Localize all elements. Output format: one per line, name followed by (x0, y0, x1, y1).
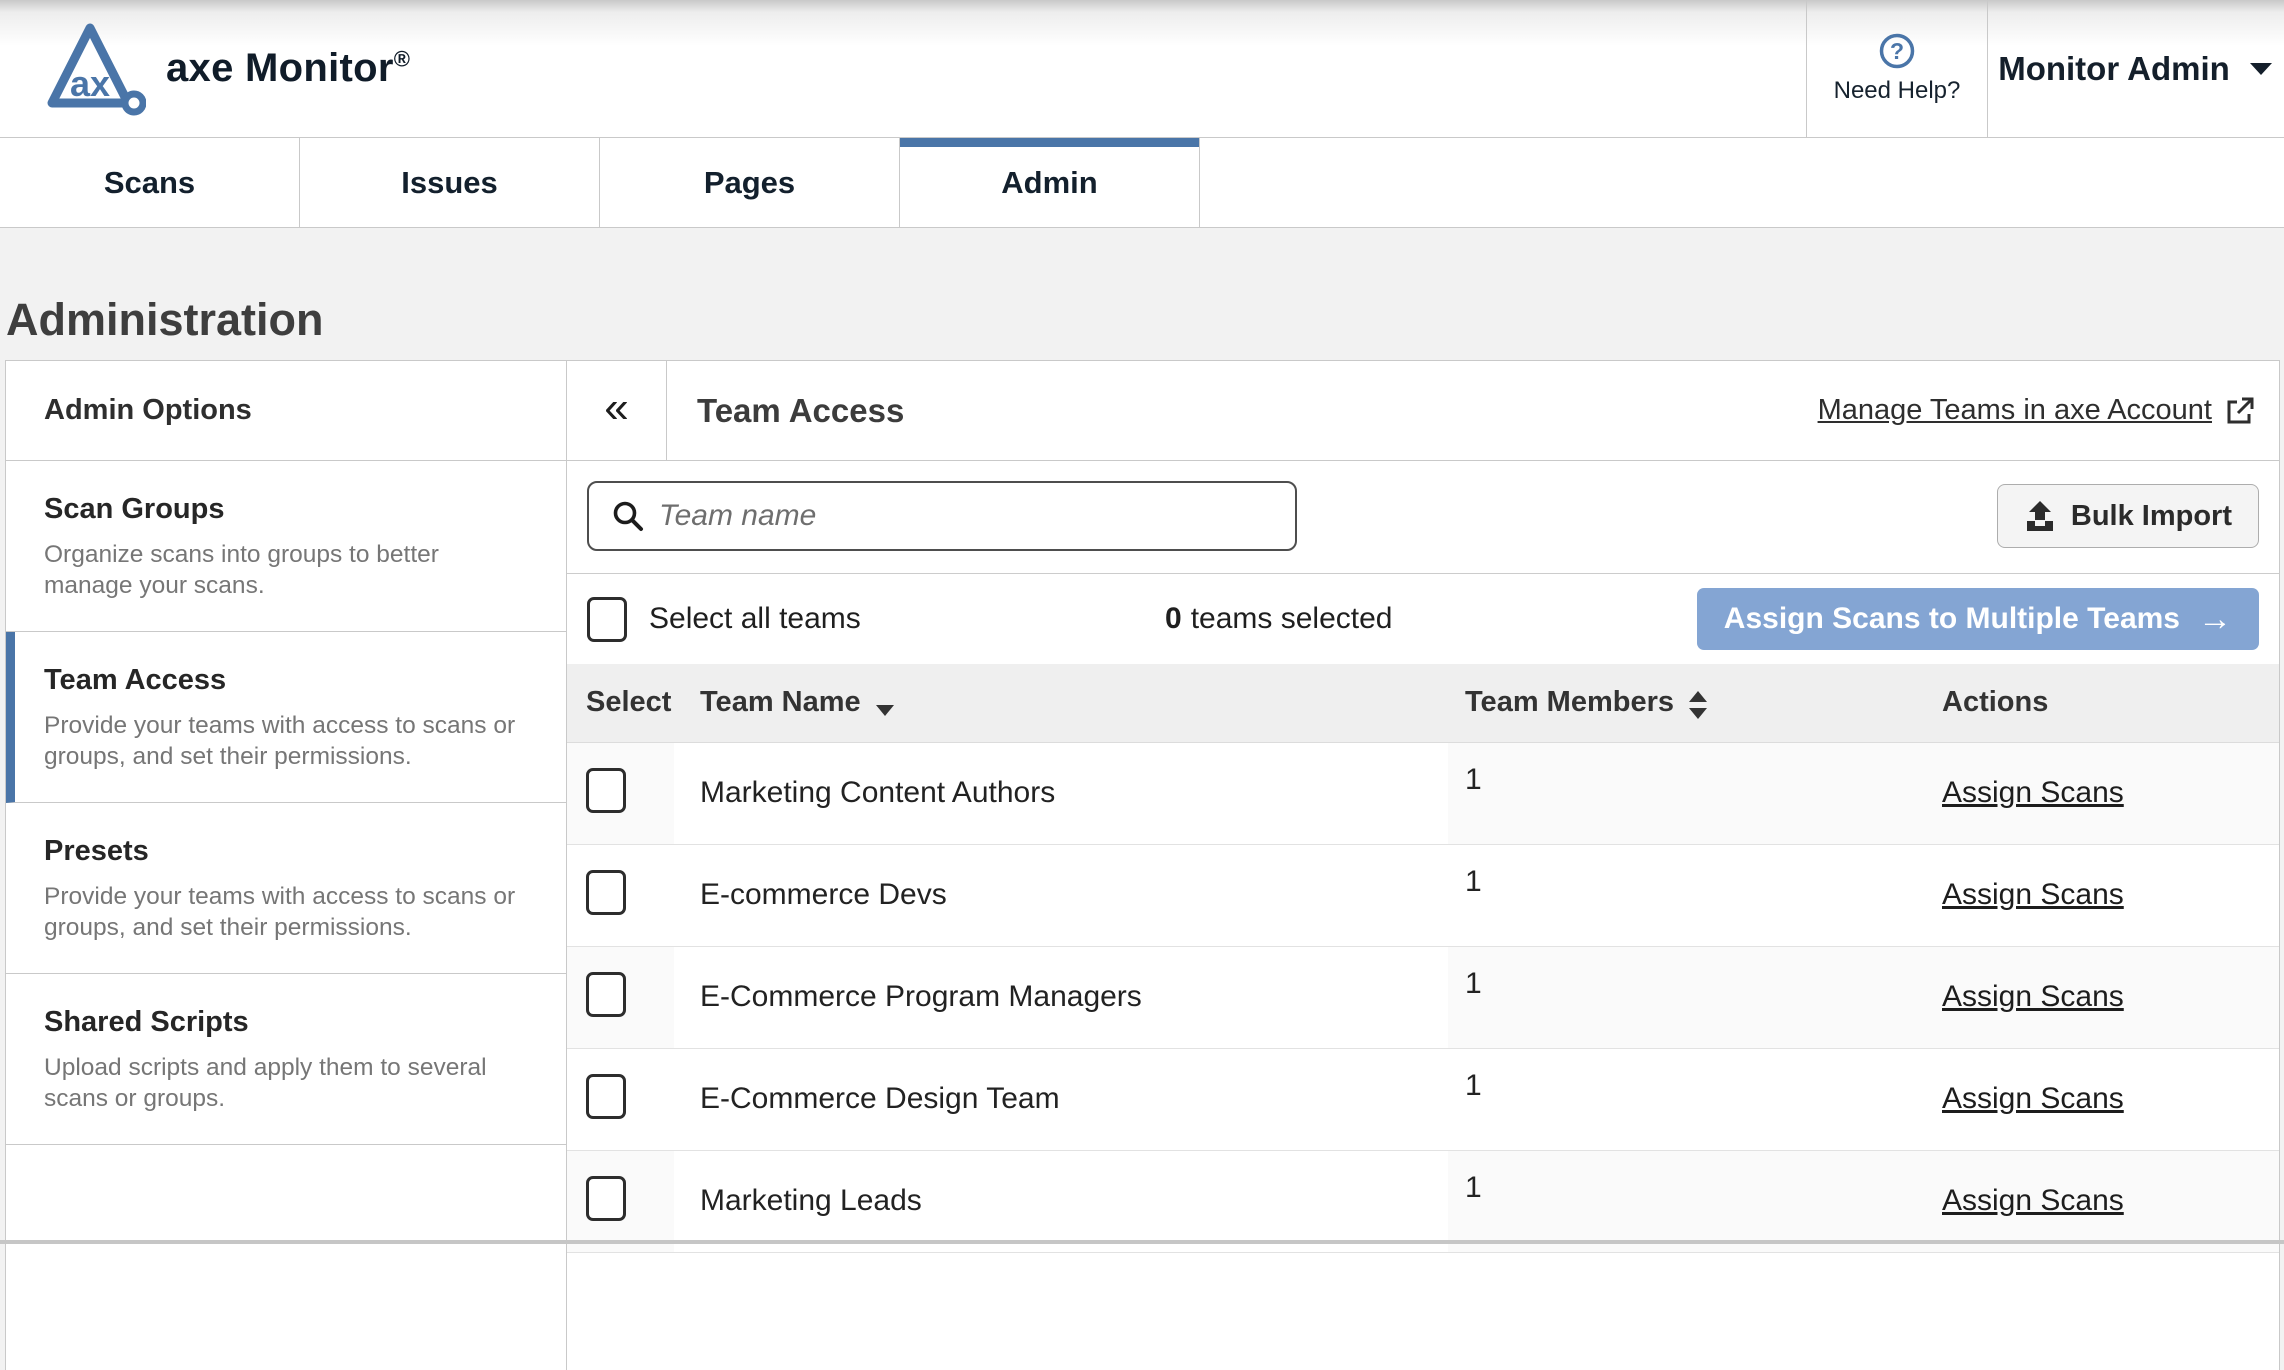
sort-descending-icon (874, 703, 896, 717)
team-search-box (587, 481, 1297, 551)
sort-unsorted-icon (1687, 689, 1709, 721)
sidebar-item-description: Provide your teams with access to scans … (44, 710, 516, 772)
table-row: E-Commerce Program Managers 1 Assign Sca… (567, 946, 2279, 1048)
registered-mark: ® (394, 47, 411, 72)
sidebar-item-description: Upload scripts and apply them to several… (44, 1052, 516, 1114)
bulk-import-button[interactable]: Bulk Import (1997, 484, 2259, 548)
column-header-team-name[interactable]: Team Name (674, 664, 1448, 742)
tab-scans[interactable]: Scans (0, 138, 300, 227)
assign-scans-link[interactable]: Assign Scans (1942, 878, 2124, 911)
tab-issues[interactable]: Issues (300, 138, 600, 227)
sidebar-item-label: Shared Scripts (44, 1006, 526, 1039)
team-members-cell: 1 (1448, 1150, 1902, 1252)
user-menu-label: Monitor Admin (1998, 50, 2230, 88)
admin-options-sidebar: Admin Options Scan Groups Organize scans… (6, 361, 567, 1370)
selected-count-suffix: teams selected (1191, 602, 1393, 635)
team-members-cell: 1 (1448, 844, 1902, 946)
assign-scans-link[interactable]: Assign Scans (1942, 776, 2124, 809)
team-access-section: « Team Access Manage Teams in axe Accoun… (567, 361, 2279, 1370)
team-members-cell: 1 (1448, 742, 1902, 844)
assign-button-label: Assign Scans to Multiple Teams (1724, 602, 2180, 636)
assign-scans-link[interactable]: Assign Scans (1942, 980, 2124, 1013)
column-header-team-members[interactable]: Team Members (1448, 664, 1902, 742)
team-members-cell: 1 (1448, 946, 1902, 1048)
need-help-label: Need Help? (1834, 77, 1961, 105)
sidebar-item-shared-scripts[interactable]: Shared Scripts Upload scripts and apply … (6, 974, 566, 1145)
tab-admin[interactable]: Admin (900, 138, 1200, 227)
section-header: « Team Access Manage Teams in axe Accoun… (567, 361, 2279, 461)
selection-bar: Select all teams 0 teams selected Assign … (587, 574, 2259, 664)
table-header-row: Select Team Name Team Members (567, 664, 2279, 742)
team-name-search-input[interactable] (645, 499, 1295, 533)
sidebar-item-label: Presets (44, 835, 526, 868)
axe-logo-icon: ax (38, 15, 146, 123)
table-row: E-Commerce Design Team 1 Assign Scans (567, 1048, 2279, 1150)
main-nav-tabs: ScansIssuesPagesAdmin (0, 138, 2284, 228)
search-icon (611, 499, 645, 533)
team-name-cell: E-Commerce Design Team (674, 1048, 1448, 1150)
team-members-cell: 1 (1448, 1048, 1902, 1150)
manage-teams-link[interactable]: Manage Teams in axe Account (1818, 361, 2255, 460)
manage-teams-link-label: Manage Teams in axe Account (1818, 394, 2212, 427)
team-name-cell: Marketing Content Authors (674, 742, 1448, 844)
column-header-actions: Actions (1902, 664, 2279, 742)
arrow-right-icon: → (2198, 602, 2232, 636)
page-title: Administration (6, 294, 2284, 346)
bottom-edge-divider (0, 1240, 2284, 1244)
need-help-button[interactable]: ? Need Help? (1806, 0, 1988, 137)
help-question-icon: ? (1878, 32, 1916, 70)
brand: ax axe Monitor® (0, 0, 1806, 137)
svg-text:?: ? (1890, 38, 1904, 64)
select-all-checkbox[interactable] (587, 597, 627, 642)
section-title: Team Access (697, 361, 904, 460)
sidebar-item-label: Team Access (44, 664, 526, 697)
teams-table: Select Team Name Team Members (567, 664, 2279, 1253)
sidebar-item-team-access[interactable]: Team Access Provide your teams with acce… (6, 632, 566, 803)
admin-panel: Admin Options Scan Groups Organize scans… (5, 360, 2280, 1370)
table-row: Marketing Content Authors 1 Assign Scans (567, 742, 2279, 844)
upload-icon (2024, 500, 2056, 532)
sidebar-title: Admin Options (6, 361, 566, 461)
app-title: axe Monitor® (166, 46, 410, 91)
toolbar: Bulk Import (587, 481, 2259, 551)
select-all-label: Select all teams (649, 602, 861, 636)
table-row: E-commerce Devs 1 Assign Scans (567, 844, 2279, 946)
sidebar-item-presets[interactable]: Presets Provide your teams with access t… (6, 803, 566, 974)
bulk-import-label: Bulk Import (2071, 500, 2232, 533)
selected-count: 0 teams selected (861, 602, 1697, 636)
table-row: Marketing Leads 1 Assign Scans (567, 1150, 2279, 1252)
sidebar-item-label: Scan Groups (44, 493, 526, 526)
team-name-cell: E-Commerce Program Managers (674, 946, 1448, 1048)
team-name-cell: Marketing Leads (674, 1150, 1448, 1252)
column-header-select: Select (567, 664, 674, 742)
svg-text:ax: ax (70, 63, 110, 104)
row-checkbox[interactable] (586, 768, 626, 813)
user-menu-button[interactable]: Monitor Admin (1988, 0, 2284, 137)
row-checkbox[interactable] (586, 1074, 626, 1119)
assign-scans-link[interactable]: Assign Scans (1942, 1184, 2124, 1217)
selected-count-number: 0 (1165, 602, 1182, 635)
section-content: Bulk Import Select all teams 0 teams sele… (567, 461, 2279, 1253)
sidebar-item-scan-groups[interactable]: Scan Groups Organize scans into groups t… (6, 461, 566, 632)
tab-pages[interactable]: Pages (600, 138, 900, 227)
sidebar-item-description: Organize scans into groups to better man… (44, 539, 516, 601)
row-checkbox[interactable] (586, 972, 626, 1017)
row-checkbox[interactable] (586, 870, 626, 915)
collapse-sidebar-button[interactable]: « (567, 361, 667, 460)
external-link-icon (2225, 396, 2255, 426)
assign-scans-link[interactable]: Assign Scans (1942, 1082, 2124, 1115)
chevron-down-icon (2248, 61, 2274, 77)
assign-scans-multiple-teams-button[interactable]: Assign Scans to Multiple Teams → (1697, 588, 2259, 650)
team-name-cell: E-commerce Devs (674, 844, 1448, 946)
row-checkbox[interactable] (586, 1176, 626, 1221)
app-header: ax axe Monitor® ? Need Help? Monitor Adm… (0, 0, 2284, 138)
sidebar-item-description: Provide your teams with access to scans … (44, 881, 516, 943)
